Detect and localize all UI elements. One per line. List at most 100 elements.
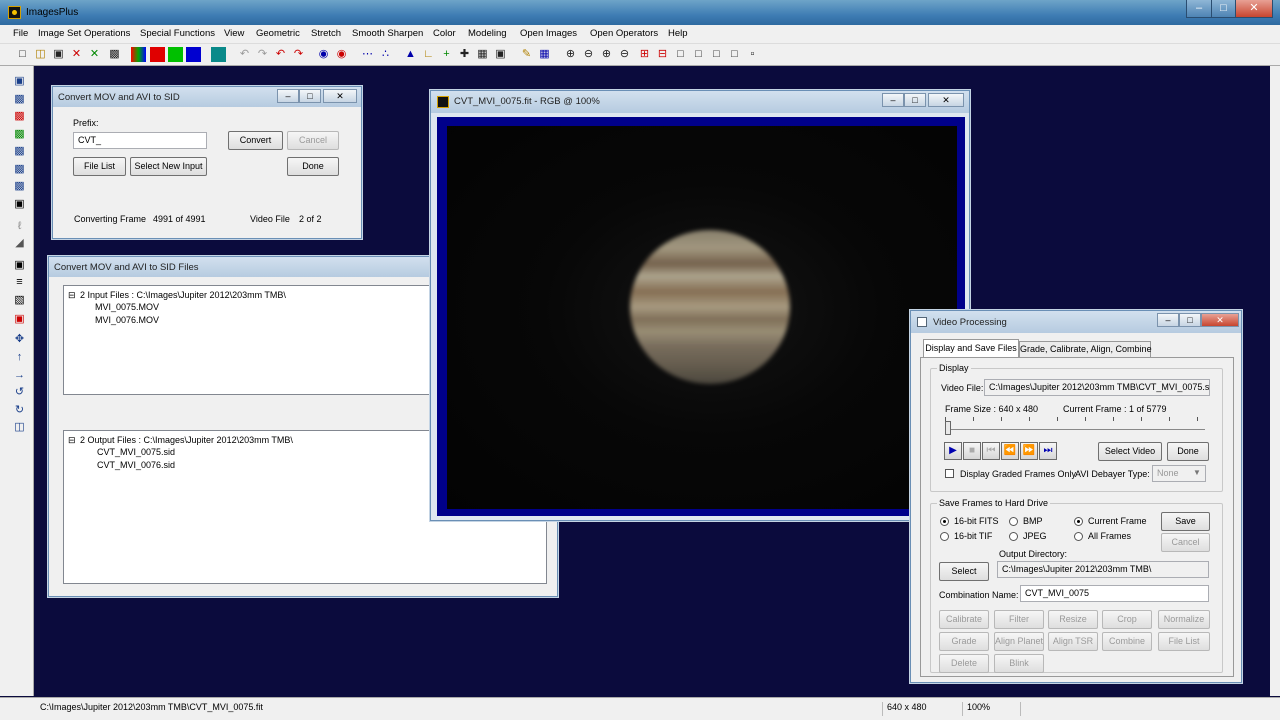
zoom-fit-icon[interactable]: ⊕ — [599, 47, 614, 62]
calculator-icon[interactable]: ▦ — [475, 47, 490, 62]
arrow-up-tool-icon[interactable]: ↑ — [12, 350, 27, 365]
open-folder-icon[interactable]: ◫ — [33, 47, 48, 62]
image-icon[interactable]: ▣ — [493, 47, 508, 62]
move-tool-icon[interactable]: ✥ — [12, 332, 27, 347]
crosshair-icon[interactable]: ✚ — [457, 47, 472, 62]
output-file-item[interactable]: CVT_MVI_0076.sid — [97, 460, 175, 470]
video-file-field[interactable]: C:\Images\Jupiter 2012\203mm TMB\CVT_MVI… — [984, 379, 1210, 396]
menu-view[interactable]: View — [224, 28, 244, 39]
all-frames-radio[interactable] — [1074, 532, 1083, 541]
zoom-actual-icon[interactable]: ⊖ — [617, 47, 632, 62]
red-tool-icon[interactable]: ▩ — [12, 109, 27, 124]
layer2-tool-icon[interactable]: ▩ — [12, 179, 27, 194]
frame-slider-track[interactable] — [945, 429, 1205, 430]
image-canvas[interactable] — [447, 126, 957, 509]
crop-button[interactable]: Crop — [1102, 610, 1152, 629]
output-files-root[interactable]: 2 Output Files : C:\Images\Jupiter 2012\… — [80, 435, 293, 445]
select-new-input-button[interactable]: Select New Input — [130, 157, 207, 176]
redo-all-icon[interactable]: ↷ — [291, 47, 306, 62]
window3-icon[interactable]: □ — [709, 47, 724, 62]
curve-icon[interactable]: ∟ — [421, 47, 436, 62]
filter-button[interactable]: Filter — [994, 610, 1044, 629]
tab-display-save-files[interactable]: Display and Save Files — [923, 339, 1019, 358]
convert-button[interactable]: Convert — [228, 131, 283, 150]
save-tool-icon[interactable]: ▣ — [12, 74, 27, 89]
video-done-button[interactable]: Done — [1167, 442, 1209, 461]
zoom-out-icon[interactable]: ⊖ — [581, 47, 596, 62]
output-file-item[interactable]: CVT_MVI_0075.sid — [97, 447, 175, 457]
output-directory-field[interactable]: C:\Images\Jupiter 2012\203mm TMB\ — [997, 561, 1209, 578]
select-video-button[interactable]: Select Video — [1098, 442, 1162, 461]
menu-color[interactable]: Color — [433, 28, 456, 39]
save-icon[interactable]: ▣ — [51, 47, 66, 62]
resize-button[interactable]: Resize — [1048, 610, 1098, 629]
zoom-in-icon[interactable]: ⊕ — [563, 47, 578, 62]
mask-tool-icon[interactable]: ▣ — [12, 197, 27, 212]
file-list-button[interactable]: File List — [73, 157, 126, 176]
file-list-button[interactable]: File List — [1158, 632, 1210, 651]
dotted-line-icon[interactable]: ⋯ — [360, 47, 375, 62]
menu-help[interactable]: Help — [668, 28, 688, 39]
histogram-icon[interactable]: ▲ — [403, 47, 418, 62]
minimize-icon[interactable]: – — [1157, 313, 1179, 327]
grade-button[interactable]: Grade — [939, 632, 989, 651]
undo-icon[interactable]: ↶ — [237, 47, 252, 62]
fits16-radio[interactable] — [940, 517, 949, 526]
close-icon[interactable]: ✕ — [928, 93, 964, 107]
crop-tool-icon[interactable]: ▣ — [12, 312, 27, 327]
levels-tool-icon[interactable]: ≡ — [12, 275, 27, 290]
combination-name-input[interactable]: CVT_MVI_0075 — [1020, 585, 1209, 602]
done-button[interactable]: Done — [287, 157, 339, 176]
delete-button[interactable]: Delete — [939, 654, 989, 673]
forward-icon[interactable]: ⏩ — [1020, 442, 1038, 460]
tif16-radio[interactable] — [940, 532, 949, 541]
menu-open-operators[interactable]: Open Operators — [590, 28, 658, 39]
arrow-right-tool-icon[interactable]: → — [12, 368, 27, 383]
lasso-tool-icon[interactable]: ℓ — [12, 219, 27, 234]
input-files-root[interactable]: 2 Input Files : C:\Images\Jupiter 2012\2… — [80, 290, 286, 300]
save-button[interactable]: Save — [1161, 512, 1210, 531]
expand-icon[interactable]: ⊞ — [637, 47, 652, 62]
jpeg-radio[interactable] — [1009, 532, 1018, 541]
close-icon[interactable]: ✕ — [1201, 313, 1239, 327]
plus-icon[interactable]: + — [439, 47, 454, 62]
fg-bg-tool-icon[interactable]: ▩ — [12, 92, 27, 107]
menu-image-set-operations[interactable]: Image Set Operations — [38, 28, 130, 39]
green-channel-icon[interactable] — [168, 47, 183, 62]
point-icon[interactable]: ◉ — [316, 47, 331, 62]
input-file-item[interactable]: MVI_0075.MOV — [95, 302, 159, 312]
close-all-icon[interactable]: ✕ — [87, 47, 102, 62]
menu-special-functions[interactable]: Special Functions — [140, 28, 215, 39]
close-icon[interactable]: ✕ — [1235, 0, 1273, 18]
grid-icon[interactable] — [211, 47, 226, 62]
menu-modeling[interactable]: Modeling — [468, 28, 507, 39]
rgb-icon[interactable] — [131, 47, 146, 62]
prefix-input[interactable]: CVT_ — [73, 132, 207, 149]
tab-grade-calibrate[interactable]: Grade, Calibrate, Align, Combine — [1019, 341, 1152, 358]
rotate-right-tool-icon[interactable]: ↻ — [12, 403, 27, 418]
maximize-icon[interactable]: □ — [1211, 0, 1236, 18]
play-icon[interactable]: ▶ — [944, 442, 962, 460]
maximize-icon[interactable]: □ — [1179, 313, 1201, 327]
new-file-icon[interactable]: □ — [15, 47, 30, 62]
blue-tool-icon[interactable]: ▩ — [12, 144, 27, 159]
red-channel-icon[interactable] — [150, 47, 165, 62]
first-frame-icon[interactable]: ⏮ — [982, 442, 1000, 460]
shrink-icon[interactable]: ⊟ — [655, 47, 670, 62]
window-icon[interactable]: □ — [673, 47, 688, 62]
bmp-radio[interactable] — [1009, 517, 1018, 526]
tree-collapse-icon[interactable]: ⊟ — [68, 435, 76, 446]
minimize-icon[interactable]: – — [1186, 0, 1212, 18]
window4-icon[interactable]: □ — [727, 47, 742, 62]
menu-stretch[interactable]: Stretch — [311, 28, 341, 39]
flip-tool-icon[interactable]: ◫ — [12, 420, 27, 435]
minimize-icon[interactable]: – — [277, 89, 299, 103]
window5-icon[interactable]: ▫ — [745, 47, 760, 62]
align-tsr-button[interactable]: Align TSR — [1048, 632, 1098, 651]
layer-tool-icon[interactable]: ▩ — [12, 162, 27, 177]
menu-open-images[interactable]: Open Images — [520, 28, 577, 39]
scatter-icon[interactable]: ∴ — [378, 47, 393, 62]
circle-select-icon[interactable]: ◉ — [334, 47, 349, 62]
blue-channel-icon[interactable] — [186, 47, 201, 62]
close-icon[interactable]: ✕ — [323, 89, 357, 103]
